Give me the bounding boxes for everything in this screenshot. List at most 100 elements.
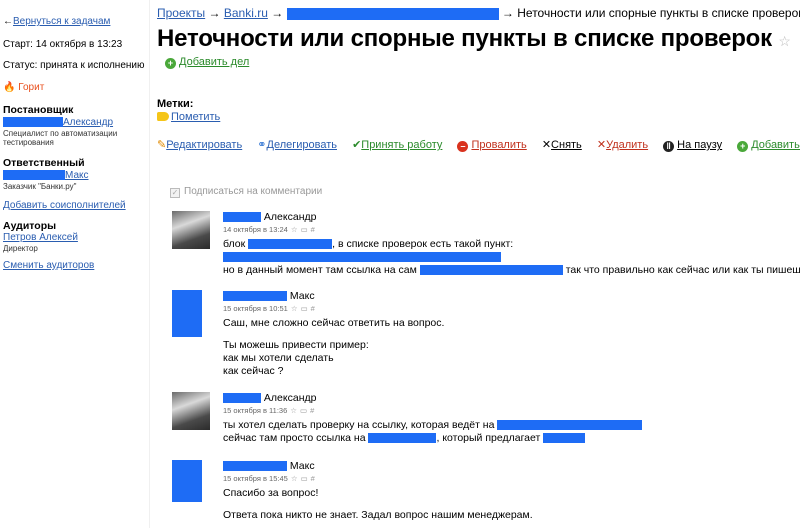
edit-button[interactable]: ✎Редактировать: [157, 138, 242, 151]
reply-icon[interactable]: ▭: [301, 474, 308, 483]
pause-icon: ǁ: [663, 141, 675, 152]
delegate-button[interactable]: ⚭Делегировать: [257, 138, 337, 151]
comment-line: , который предлагает: [436, 432, 541, 444]
accept-work-text[interactable]: Принять работу: [361, 139, 442, 151]
author-name[interactable]: Александр: [63, 117, 113, 128]
comment-author[interactable]: Макс: [223, 460, 800, 472]
reply-icon[interactable]: ▭: [301, 225, 308, 234]
responsible-link[interactable]: Макс: [3, 170, 89, 181]
back-arrow-icon: ←: [3, 16, 13, 27]
pause-button[interactable]: ǁ На паузу: [663, 139, 722, 152]
accept-work-button[interactable]: ✔Принять работу: [352, 138, 442, 151]
comment-author[interactable]: Макс: [223, 290, 800, 302]
change-auditors-link[interactable]: Сменить аудиторов: [3, 260, 94, 271]
breadcrumb-project[interactable]: Banki.ru: [224, 6, 268, 20]
comment-text: ты хотел сделать проверку на ссылку, кот…: [223, 419, 800, 445]
redacted-surname: [223, 291, 287, 302]
avatar: [172, 460, 202, 502]
responsible-name[interactable]: Макс: [65, 170, 89, 181]
plus-icon: +: [165, 58, 176, 69]
add-subtask-text[interactable]: Добавить подзадачу: [751, 139, 800, 151]
hot-flag: 🔥 Горит: [3, 82, 44, 93]
mark-tag-button[interactable]: Пометить: [157, 111, 220, 123]
breadcrumb-projects[interactable]: Проекты: [157, 6, 205, 20]
comment-body: Александр 15 октября в 11:36 ☆ ▭ # ты хотел…: [223, 392, 800, 445]
comment-meta: 14 октября в 13:24 ☆ ▭ #: [223, 225, 800, 234]
comment-line: , в списке проверок есть такой пункт:: [332, 238, 514, 250]
auditor-name[interactable]: Петров Алексей: [3, 232, 78, 243]
author-role: Специалист по автоматизации тестирования: [3, 129, 118, 147]
comment-line: ты хотел сделать проверку на ссылку, кот…: [223, 419, 495, 431]
auditors-heading: Аудиторы: [3, 220, 57, 232]
back-to-tasks-link[interactable]: Вернуться к задачам: [13, 16, 110, 27]
redacted-text: [419, 265, 563, 276]
reply-icon[interactable]: ▭: [301, 304, 308, 313]
add-deal-text[interactable]: Добавить дел: [179, 56, 249, 68]
comment-author[interactable]: Александр: [223, 392, 800, 404]
comment-meta: 15 октября в 11:36 ☆ ▭ #: [223, 406, 800, 415]
add-coexecutors-text[interactable]: Добавить соисполнителей: [3, 200, 126, 211]
x-icon: ✕: [541, 139, 552, 151]
delete-x-icon: ✕: [596, 139, 607, 151]
comment-line: как сейчас ?: [223, 365, 284, 377]
comment-meta: 15 октября в 15:45 ☆ ▭ #: [223, 474, 800, 483]
anchor-icon[interactable]: #: [311, 474, 315, 483]
page-title: Неточности или спорные пункты в списке п…: [157, 25, 791, 53]
redacted-text: [543, 433, 586, 444]
avatar: [172, 211, 210, 249]
redacted-text: [223, 252, 501, 263]
author-link[interactable]: Александр: [3, 117, 113, 128]
delete-button[interactable]: ✕Удалить: [597, 138, 648, 151]
mark-tag-text[interactable]: Пометить: [171, 111, 220, 123]
delegate-text[interactable]: Делегировать: [267, 139, 338, 151]
start-date: Старт: 14 октября в 13:23: [3, 39, 123, 50]
subscribe-checkbox[interactable]: ✓ Подписаться на комментарии: [170, 186, 322, 198]
add-coexecutors-link[interactable]: Добавить соисполнителей: [3, 200, 126, 211]
star-icon[interactable]: ☆: [291, 225, 298, 234]
comment-date: 14 октября в 13:24: [223, 225, 288, 234]
stop-icon: –: [457, 141, 469, 152]
remove-button[interactable]: ✕Снять: [542, 138, 582, 151]
comment-line: Ты можешь привести пример:: [223, 339, 369, 351]
remove-text[interactable]: Снять: [551, 139, 582, 151]
auditor-link[interactable]: Петров Алексей: [3, 232, 78, 243]
comment-author[interactable]: Александр: [223, 211, 800, 223]
avatar: [172, 392, 210, 430]
add-subtask-button[interactable]: +Добавить подзадачу: [737, 139, 800, 152]
author-heading: Постановщик: [3, 104, 74, 116]
checkbox[interactable]: ✓: [170, 188, 180, 198]
star-icon[interactable]: ☆: [290, 406, 297, 415]
redacted-surname: [223, 393, 261, 404]
comment-line: как мы хотели сделать: [223, 352, 334, 364]
back-link-row[interactable]: ←Вернуться к задачам: [3, 16, 110, 27]
star-icon[interactable]: ☆: [291, 304, 298, 313]
reply-icon[interactable]: ▭: [300, 406, 307, 415]
edit-text[interactable]: Редактировать: [166, 139, 242, 151]
subscribe-label: Подписаться на комментарии: [184, 186, 323, 197]
change-auditors-text[interactable]: Сменить аудиторов: [3, 260, 94, 271]
anchor-icon[interactable]: #: [310, 406, 314, 415]
anchor-icon[interactable]: #: [311, 304, 315, 313]
comment-meta: 15 октября в 10:51 ☆ ▭ #: [223, 304, 800, 313]
redacted-surname: [223, 461, 287, 472]
star-icon[interactable]: ☆: [291, 474, 298, 483]
responsible-heading: Ответственный: [3, 157, 85, 169]
delete-text[interactable]: Удалить: [606, 139, 648, 151]
redacted-surname: [3, 117, 63, 128]
tag-icon: [157, 112, 169, 121]
fail-button[interactable]: – Провалить: [457, 139, 527, 152]
comment-line: блок: [223, 238, 246, 250]
redacted-breadcrumb: [286, 7, 499, 20]
pencil-icon: ✎: [157, 139, 167, 151]
star-icon[interactable]: ☆: [778, 33, 791, 49]
tags-label: Метки:: [157, 98, 194, 110]
plus-icon: +: [737, 141, 749, 152]
add-deal-button[interactable]: + Добавить дел: [165, 56, 249, 69]
fail-text[interactable]: Провалить: [471, 139, 526, 151]
pause-text[interactable]: На паузу: [677, 139, 722, 151]
main-content: Проекты → Banki.ru → → Неточности или сп…: [157, 0, 800, 528]
delegate-icon: ⚭: [257, 139, 267, 151]
comment-line: сейчас там просто ссылка на: [223, 432, 366, 444]
comment-body: Александр 14 октября в 13:24 ☆ ▭ # блок , в…: [223, 211, 800, 277]
anchor-icon[interactable]: #: [311, 225, 315, 234]
